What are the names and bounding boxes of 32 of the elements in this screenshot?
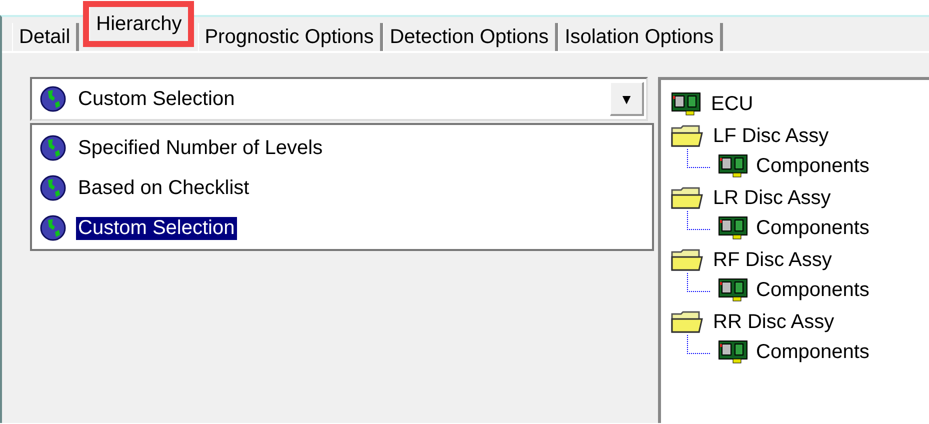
globe-icon <box>40 135 66 161</box>
tab[interactable]: Detection Options <box>382 23 558 51</box>
tree-item[interactable]: RF Disc Assy <box>713 248 832 272</box>
tab[interactable]: Prognostic Options <box>198 23 383 51</box>
list-item[interactable]: Custom Selection <box>76 216 237 240</box>
folder-icon <box>671 186 703 210</box>
tab[interactable]: Isolation Options <box>558 23 723 51</box>
tree-item[interactable]: LF Disc Assy <box>713 124 829 148</box>
circuit-board-icon <box>718 216 748 240</box>
tree-item[interactable]: Components <box>756 278 870 302</box>
dropdown-value: Custom Selection <box>78 88 236 110</box>
tree-item[interactable]: LR Disc Assy <box>713 186 831 210</box>
circuit-board-icon <box>718 340 748 364</box>
dropdown-arrow-button[interactable]: ▼ <box>610 82 644 116</box>
tree-item[interactable]: Components <box>756 216 870 240</box>
folder-icon <box>671 310 703 334</box>
globe-icon <box>40 215 66 241</box>
folder-icon <box>671 248 703 272</box>
circuit-board-icon <box>718 154 748 178</box>
globe-icon <box>40 175 66 201</box>
list-item[interactable]: Specified Number of Levels <box>76 136 325 160</box>
tree-item[interactable]: Components <box>756 340 870 364</box>
circuit-board-icon <box>671 92 701 116</box>
tree-item[interactable]: ECU <box>711 92 754 116</box>
tree-item[interactable]: RR Disc Assy <box>713 310 834 334</box>
selection-dropdown[interactable]: Custom Selection ▼ <box>30 77 648 121</box>
tab[interactable]: Detail <box>12 23 80 51</box>
list-item[interactable]: Based on Checklist <box>76 176 252 200</box>
circuit-board-icon <box>718 278 748 302</box>
globe-icon <box>40 86 66 112</box>
folder-icon <box>671 124 703 148</box>
tree-item[interactable]: Components <box>756 154 870 178</box>
